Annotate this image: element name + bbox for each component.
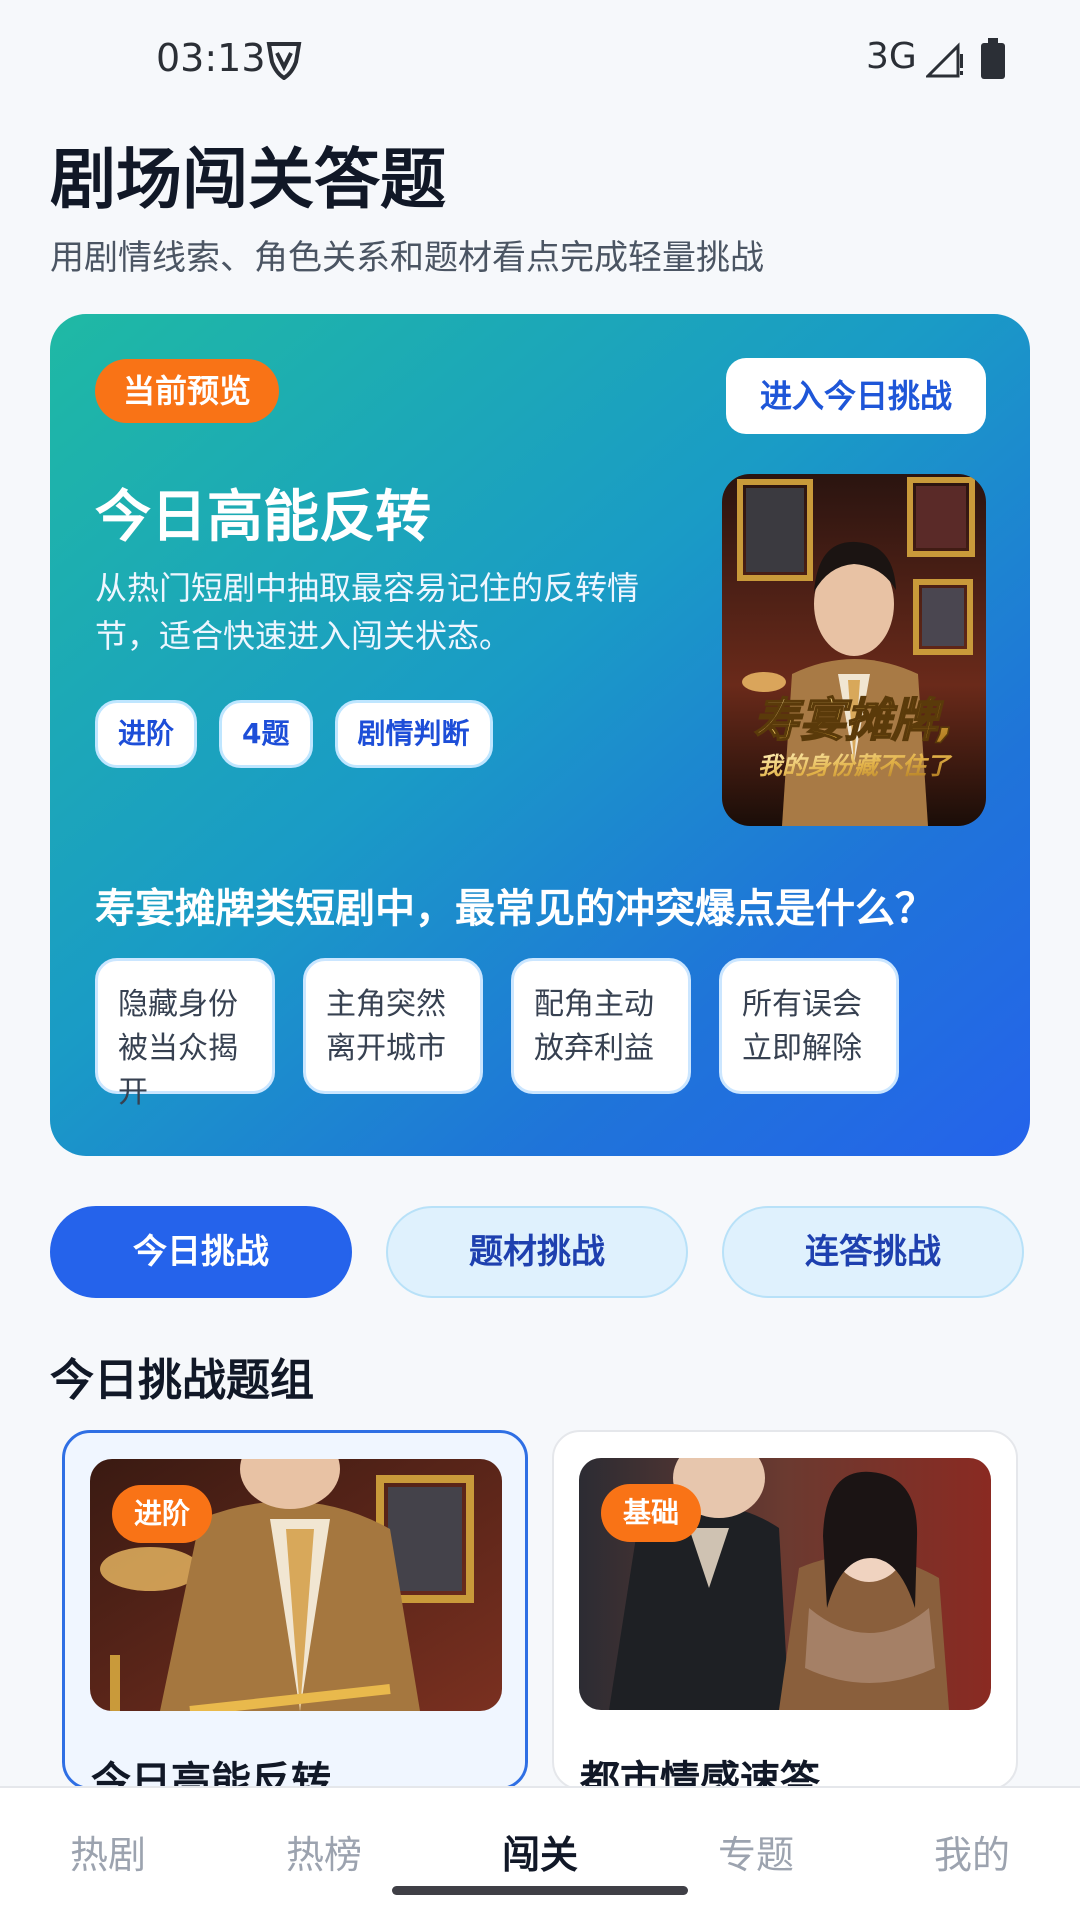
- challenge-type-tabs: 今日挑战 题材挑战 连答挑战: [50, 1206, 1024, 1298]
- section-title: 今日挑战题组: [50, 1355, 314, 1406]
- answer-option-1[interactable]: 隐藏身份被当众揭开: [95, 958, 275, 1110]
- featured-challenge-card: 当前预览 进入今日挑战 今日高能反转 从热门短剧中抽取最容易记住的反转情节，适合…: [50, 314, 1030, 1156]
- nav-item-profile[interactable]: 我的: [902, 1824, 1042, 1879]
- answer-option-3[interactable]: 配角主动放弃利益: [511, 958, 691, 1094]
- page-subtitle: 用剧情线索、角色关系和题材看点完成轻量挑战: [50, 238, 764, 278]
- tag-level: 进阶: [95, 700, 198, 768]
- home-indicator[interactable]: [392, 1886, 688, 1895]
- nav-item-challenge[interactable]: 闯关: [470, 1824, 610, 1879]
- tab-topic-challenge[interactable]: 题材挑战: [386, 1206, 688, 1298]
- group-poster-image: 基础: [579, 1458, 991, 1710]
- hero-title: 今日高能反转: [95, 485, 431, 550]
- signal-icon: [926, 42, 963, 78]
- poster-title-text: 寿宴摊牌,: [753, 693, 954, 747]
- answer-options: 隐藏身份被当众揭开 主角突然离开城市 配角主动放弃利益 所有误会立即解除: [95, 958, 899, 1110]
- status-bar: 03:13 3G: [0, 0, 1080, 110]
- group-poster-image: 进阶: [90, 1459, 502, 1711]
- challenge-group-card[interactable]: 基础 都市情感速答: [552, 1430, 1018, 1790]
- poster-illustration: 寿宴摊牌, 我的身份藏不住了: [722, 474, 986, 826]
- nav-item-topics[interactable]: 专题: [686, 1824, 826, 1879]
- drama-poster-image[interactable]: 寿宴摊牌, 我的身份藏不住了: [722, 474, 986, 826]
- answer-option-4[interactable]: 所有误会立即解除: [719, 958, 899, 1094]
- group-title: 都市情感速答: [580, 1758, 820, 1790]
- network-type: 3G: [866, 36, 917, 77]
- quiz-question: 寿宴摊牌类短剧中，最常见的冲突爆点是什么？: [95, 886, 935, 932]
- answer-option-2[interactable]: 主角突然离开城市: [303, 958, 483, 1094]
- nav-item-hot-dramas[interactable]: 热剧: [38, 1824, 178, 1879]
- group-level-badge: 基础: [601, 1484, 702, 1542]
- nav-item-rankings[interactable]: 热榜: [254, 1824, 394, 1879]
- tag-question-count: 4题: [219, 700, 313, 768]
- group-level-badge: 进阶: [112, 1485, 213, 1543]
- hero-description: 从热门短剧中抽取最容易记住的反转情节，适合快速进入闯关状态。: [95, 569, 640, 655]
- bottom-navigation: 热剧 热榜 闯关 专题 我的: [0, 1786, 1080, 1922]
- tab-daily-challenge[interactable]: 今日挑战: [50, 1206, 352, 1298]
- vpn-shield-icon: [266, 42, 302, 80]
- battery-icon: [981, 38, 1005, 79]
- hero-tags: 进阶 4题 剧情判断: [95, 700, 493, 768]
- page-title: 剧场闯关答题: [50, 141, 446, 218]
- challenge-group-card[interactable]: 进阶 今日高能反转: [62, 1430, 528, 1790]
- poster-subtitle-text: 我的身份藏不住了: [758, 752, 953, 780]
- group-title: 今日高能反转: [91, 1759, 331, 1790]
- status-time: 03:13: [156, 36, 266, 80]
- tag-category: 剧情判断: [334, 700, 493, 768]
- current-preview-badge: 当前预览: [95, 359, 280, 423]
- tab-streak-challenge[interactable]: 连答挑战: [722, 1206, 1024, 1298]
- enter-daily-challenge-button[interactable]: 进入今日挑战: [725, 358, 986, 434]
